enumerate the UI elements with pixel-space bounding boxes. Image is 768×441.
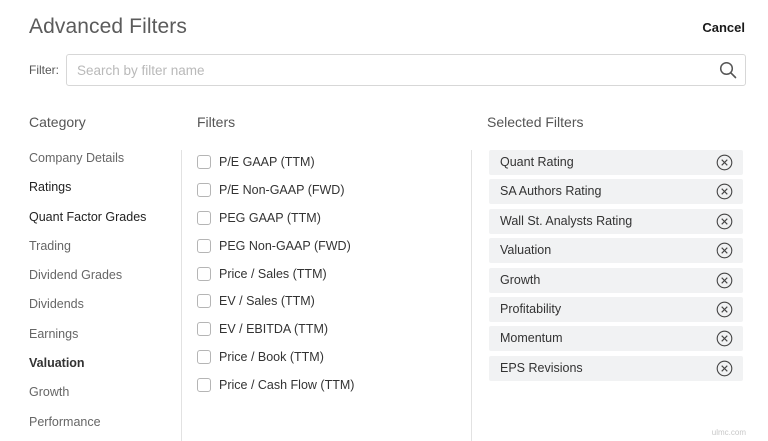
filter-item-price-cash-flow-ttm[interactable]: Price / Cash Flow (TTM) xyxy=(197,371,354,399)
selected-filters-list: Quant Rating SA Authors Rating Wall St. … xyxy=(489,150,743,385)
selected-filter-chip: Profitability xyxy=(489,296,743,322)
remove-circle-icon[interactable] xyxy=(716,213,733,230)
category-item-performance[interactable]: Performance xyxy=(29,412,146,441)
selected-filter-label: Growth xyxy=(500,272,541,287)
filter-label: Price / Cash Flow (TTM) xyxy=(219,378,355,393)
filters-column-header: Filters xyxy=(197,114,236,130)
remove-circle-icon[interactable] xyxy=(716,242,733,259)
category-item-quant-factor-grades[interactable]: Quant Factor Grades xyxy=(29,207,146,236)
filter-checkbox[interactable] xyxy=(197,182,211,197)
selected-filter-chip: EPS Revisions xyxy=(489,355,743,381)
selected-filter-label: Wall St. Analysts Rating xyxy=(500,213,633,228)
selected-filter-chip: Growth xyxy=(489,267,743,293)
watermark: ulmc.com xyxy=(711,428,746,437)
filter-label: EV / EBITDA (TTM) xyxy=(219,322,329,337)
filter-item-ev-ebitda-ttm[interactable]: EV / EBITDA (TTM) xyxy=(197,315,354,343)
dialog-title: Advanced Filters xyxy=(29,15,188,38)
selected-filter-chip: Quant Rating xyxy=(489,150,743,175)
filter-label: P/E Non-GAAP (FWD) xyxy=(219,182,345,197)
filter-label: Price / Book (TTM) xyxy=(219,350,324,365)
filter-checkbox[interactable] xyxy=(197,378,211,393)
category-item-company-details[interactable]: Company Details xyxy=(29,148,146,177)
filter-label: P/E GAAP (TTM) xyxy=(219,154,315,169)
cancel-button[interactable]: Cancel xyxy=(702,20,745,35)
category-item-ratings[interactable]: Ratings xyxy=(29,177,146,206)
category-list: Company Details Ratings Quant Factor Gra… xyxy=(29,148,146,441)
category-column-header: Category xyxy=(29,114,86,130)
filter-checkbox[interactable] xyxy=(197,154,211,169)
filter-checkbox[interactable] xyxy=(197,210,211,225)
category-item-valuation[interactable]: Valuation xyxy=(29,353,146,382)
filter-item-ev-sales-ttm[interactable]: EV / Sales (TTM) xyxy=(197,287,354,315)
filter-checkbox[interactable] xyxy=(197,266,211,281)
filter-item-peg-non-gaap-fwd[interactable]: PEG Non-GAAP (FWD) xyxy=(197,232,354,260)
filter-checkbox[interactable] xyxy=(197,350,211,365)
search-icon[interactable] xyxy=(719,61,737,79)
category-item-growth[interactable]: Growth xyxy=(29,382,146,411)
filter-checkbox[interactable] xyxy=(197,322,211,337)
filter-label: EV / Sales (TTM) xyxy=(219,294,315,309)
selected-filter-label: Quant Rating xyxy=(500,155,574,169)
filter-checkbox[interactable] xyxy=(197,238,211,253)
filter-item-price-sales-ttm[interactable]: Price / Sales (TTM) xyxy=(197,260,354,288)
remove-circle-icon[interactable] xyxy=(716,183,733,200)
filter-checkbox[interactable] xyxy=(197,294,211,309)
remove-circle-icon[interactable] xyxy=(716,154,733,171)
filter-label: PEG GAAP (TTM) xyxy=(219,210,321,225)
selected-filter-label: EPS Revisions xyxy=(500,360,583,375)
search-label: Filter: xyxy=(29,63,59,77)
selected-filter-label: Valuation xyxy=(500,243,552,258)
category-item-trading[interactable]: Trading xyxy=(29,236,146,265)
remove-circle-icon[interactable] xyxy=(716,301,733,318)
selected-filter-chip: Momentum xyxy=(489,326,743,352)
remove-circle-icon[interactable] xyxy=(716,360,733,377)
filter-label: Price / Sales (TTM) xyxy=(219,266,327,281)
filter-item-peg-gaap-ttm[interactable]: PEG GAAP (TTM) xyxy=(197,204,354,232)
column-divider xyxy=(471,150,472,441)
selected-filter-chip: Valuation xyxy=(489,238,743,264)
remove-circle-icon[interactable] xyxy=(716,272,733,289)
remove-circle-icon[interactable] xyxy=(716,330,733,347)
selected-filters-column-header: Selected Filters xyxy=(487,114,584,130)
selected-filter-chip: SA Authors Rating xyxy=(489,179,743,205)
category-item-dividends[interactable]: Dividends xyxy=(29,294,146,323)
selected-filter-label: SA Authors Rating xyxy=(500,184,602,199)
search-input[interactable] xyxy=(77,55,697,85)
filter-item-pe-gaap-ttm[interactable]: P/E GAAP (TTM) xyxy=(197,148,354,176)
category-item-dividend-grades[interactable]: Dividend Grades xyxy=(29,265,146,294)
filter-list: P/E GAAP (TTM) P/E Non-GAAP (FWD) PEG GA… xyxy=(197,148,354,399)
filter-label: PEG Non-GAAP (FWD) xyxy=(219,238,351,253)
column-divider xyxy=(181,150,182,441)
filter-item-pe-non-gaap-fwd[interactable]: P/E Non-GAAP (FWD) xyxy=(197,176,354,204)
selected-filter-chip: Wall St. Analysts Rating xyxy=(489,208,743,234)
selected-filter-label: Momentum xyxy=(500,331,563,346)
selected-filter-label: Profitability xyxy=(500,301,562,316)
filter-item-price-book-ttm[interactable]: Price / Book (TTM) xyxy=(197,343,354,371)
search-field[interactable] xyxy=(66,54,746,86)
category-item-earnings[interactable]: Earnings xyxy=(29,324,146,353)
